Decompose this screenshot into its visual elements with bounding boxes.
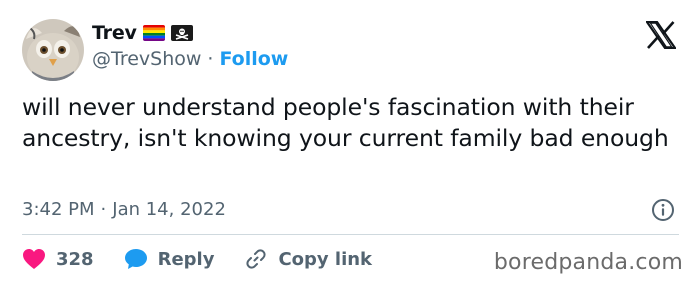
author-handle-row: @TrevShow · Follow: [92, 48, 288, 70]
furby-avatar-icon: [22, 19, 84, 81]
tweet-card: Trev @TrevShow · Follow will never under…: [0, 0, 700, 287]
heart-icon: [23, 249, 45, 269]
watermark: boredpanda.com: [493, 250, 683, 275]
x-logo-icon[interactable]: [646, 21, 676, 49]
tweet-date: Jan 14, 2022: [112, 199, 226, 220]
reply-label: Reply: [157, 248, 215, 270]
pirate-flag-icon: [170, 25, 193, 41]
author-handle[interactable]: @TrevShow: [92, 48, 201, 70]
author-display-name[interactable]: Trev: [92, 22, 137, 44]
tweet-timestamp[interactable]: 3:42 PM · Jan 14, 2022: [22, 199, 226, 220]
copy-link-button[interactable]: Copy link: [244, 247, 372, 271]
tweet-text: will never understand people's fascinati…: [22, 93, 669, 152]
follow-button[interactable]: Follow: [219, 48, 288, 70]
reply-button[interactable]: Reply: [124, 248, 215, 270]
like-count: 328: [56, 248, 94, 270]
link-icon: [246, 249, 267, 269]
tweet-actions: 328 Reply Copy link: [22, 247, 372, 271]
info-icon[interactable]: [651, 198, 675, 222]
author-name-row: Trev: [92, 22, 193, 44]
speech-bubble-icon: [124, 249, 147, 269]
like-button[interactable]: 328: [22, 248, 94, 270]
tweet-time: 3:42 PM: [22, 199, 95, 220]
rainbow-flag-icon: [142, 25, 165, 41]
divider: [22, 234, 679, 235]
avatar[interactable]: [22, 19, 84, 81]
handle-separator: ·: [207, 48, 214, 70]
timestamp-separator: ·: [100, 199, 107, 220]
copy-link-label: Copy link: [278, 248, 373, 270]
